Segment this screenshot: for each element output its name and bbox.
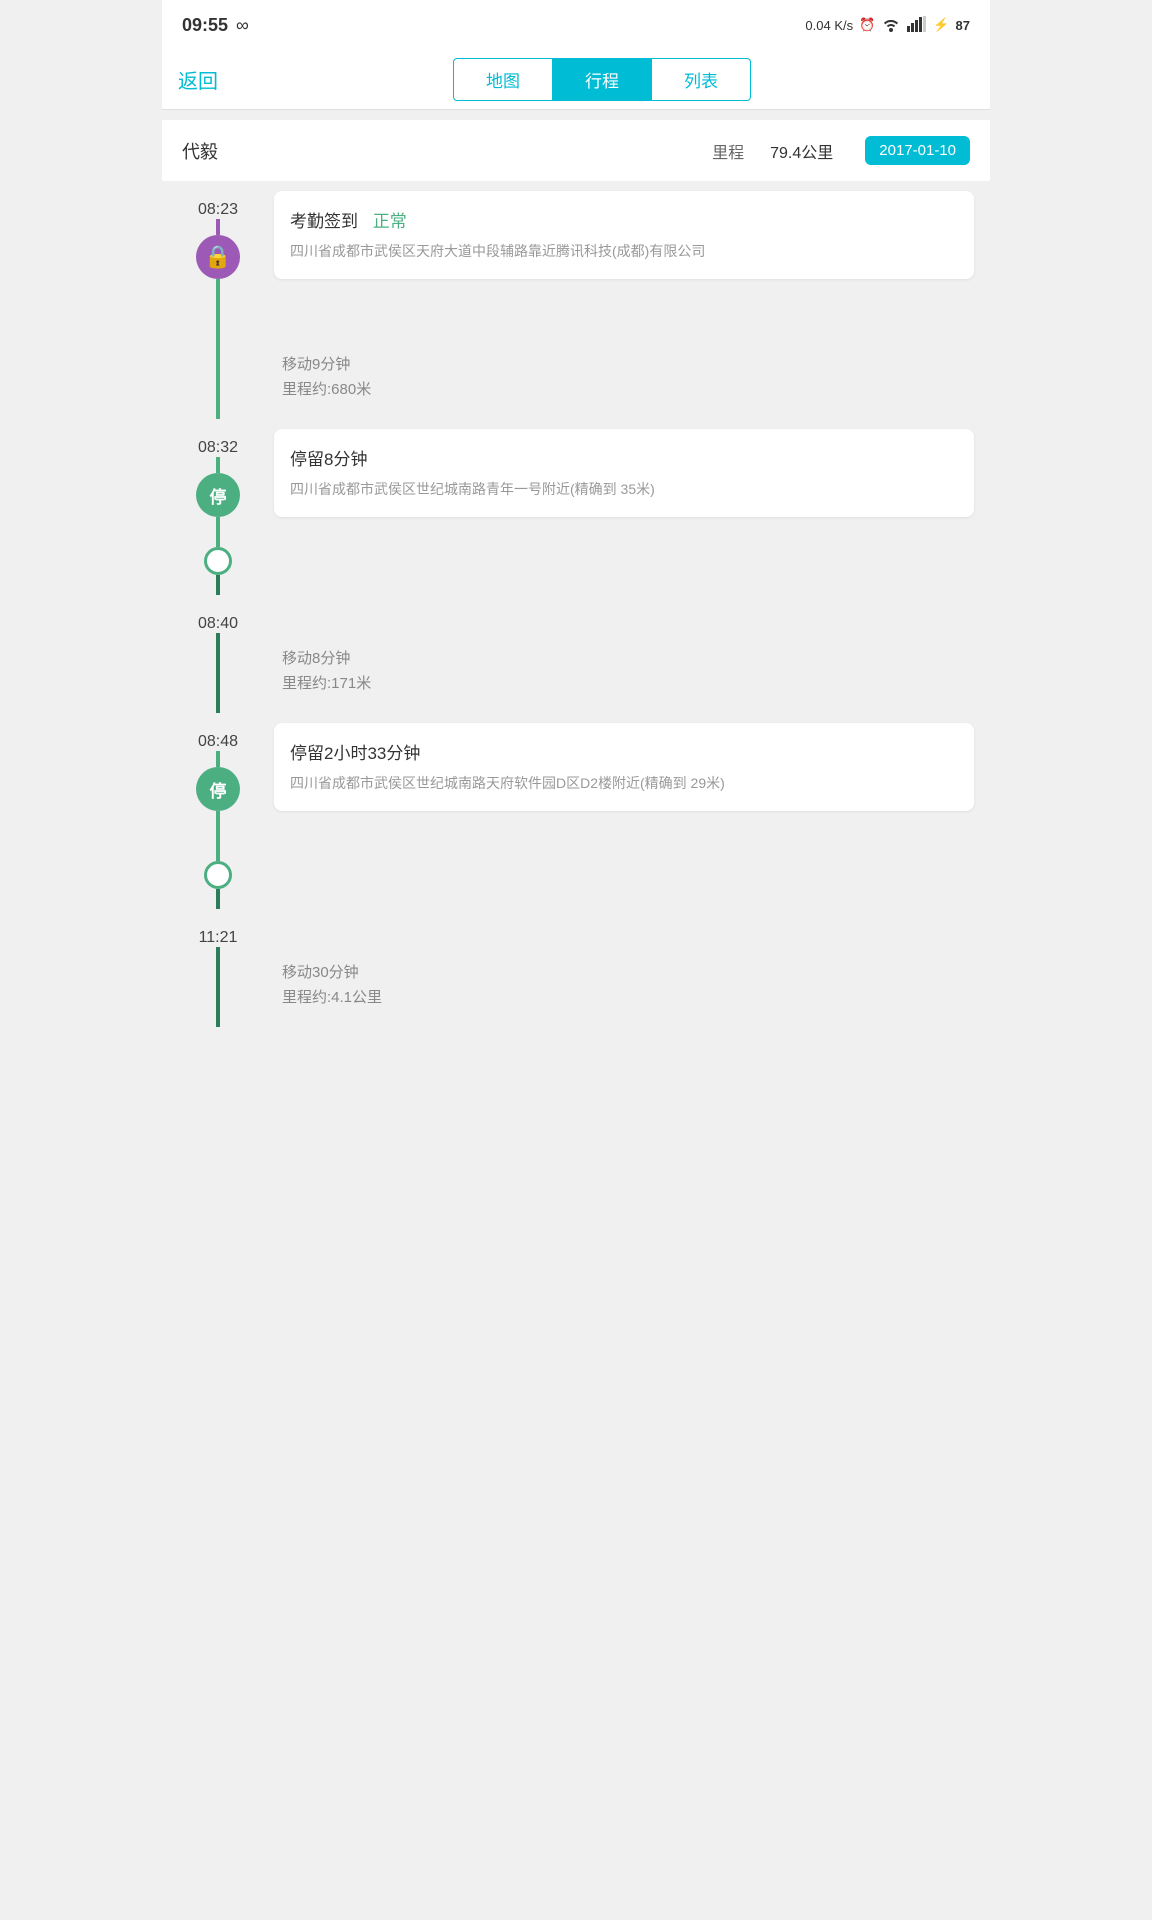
tab-trip[interactable]: 行程	[553, 58, 652, 101]
time-0832: 08:32	[178, 419, 258, 457]
event-card-content-1: 考勤签到 正常 四川省成都市武侯区天府大道中段辅路靠近腾讯科技(成都)有限公司	[274, 191, 974, 279]
date-badge: 2017-01-10	[865, 136, 970, 165]
tab-list[interactable]: 列表	[652, 58, 751, 101]
event-title-2: 停留8分钟	[290, 445, 958, 470]
event-address-3: 四川省成都市武侯区世纪城南路天府软件园D区D2楼附近(精确到 29米)	[290, 772, 958, 795]
timeline-left-move-1	[162, 339, 274, 419]
node-end-2	[204, 861, 232, 889]
timeline-event-1: 08:23 🔒 考勤签到 正常 四川省成都市武侯区天府大道中段辅路靠近腾讯科技(…	[162, 181, 990, 339]
move-detail-3: 移动30分钟 里程约:4.1公里	[274, 947, 974, 1021]
event-card-3: 停留2小时33分钟 四川省成都市武侯区世纪城南路天府软件园D区D2楼附近(精确到…	[274, 713, 990, 947]
timeline: 08:23 🔒 考勤签到 正常 四川省成都市武侯区天府大道中段辅路靠近腾讯科技(…	[162, 181, 990, 1087]
event-title-1: 考勤签到 正常	[290, 207, 958, 232]
info-bar: 代毅 里程 79.4公里 2017-01-10	[162, 120, 990, 181]
timeline-left-1: 08:23 🔒	[162, 181, 274, 339]
move-distance-1: 里程约:680米	[282, 378, 958, 399]
header-nav: 返回 地图 行程 列表	[162, 50, 990, 110]
node-stop-1: 停	[196, 473, 240, 517]
wifi-icon	[881, 16, 901, 35]
status-time: 09:55	[182, 15, 228, 36]
time-1121: 11:21	[178, 909, 258, 947]
speed-indicator: 0.04 K/s	[805, 18, 853, 33]
status-icons: 0.04 K/s ⏰ ⚡ 87	[805, 16, 970, 35]
timeline-event-2: 08:32 停 08:40 停留8分钟 四川省成都市武侯区世纪城南路青年一号附近…	[162, 419, 990, 633]
event-card-2: 停留8分钟 四川省成都市武侯区世纪城南路青年一号附近(精确到 35米)	[274, 419, 990, 633]
node-fingerprint: 🔒	[196, 235, 240, 279]
mileage-label: 里程	[712, 139, 744, 163]
move-content-2: 移动8分钟 里程约:171米	[274, 633, 990, 713]
signal-icon	[907, 16, 927, 35]
time-0823: 08:23	[178, 181, 258, 219]
lightning-icon: ⚡	[933, 17, 949, 33]
node-end-1	[204, 547, 232, 575]
move-duration-2: 移动8分钟	[282, 647, 958, 668]
clock-icon: ⏰	[859, 17, 875, 33]
timeline-left-2: 08:32 停 08:40	[162, 419, 274, 633]
back-button[interactable]: 返回	[178, 57, 230, 102]
tab-map[interactable]: 地图	[453, 58, 553, 101]
move-content-1: 移动9分钟 里程约:680米	[274, 339, 990, 419]
move-detail-2: 移动8分钟 里程约:171米	[274, 633, 974, 707]
event-card-1: 考勤签到 正常 四川省成都市武侯区天府大道中段辅路靠近腾讯科技(成都)有限公司	[274, 181, 990, 339]
time-0848: 08:48	[178, 713, 258, 751]
status-bar: 09:55 ∞ 0.04 K/s ⏰ ⚡ 87	[162, 0, 990, 50]
event-address-1: 四川省成都市武侯区天府大道中段辅路靠近腾讯科技(成都)有限公司	[290, 240, 958, 263]
node-stop-2: 停	[196, 767, 240, 811]
time-0840: 08:40	[178, 595, 258, 633]
battery-level: 87	[956, 18, 970, 33]
move-detail-1: 移动9分钟 里程约:680米	[274, 339, 974, 413]
event-address-2: 四川省成都市武侯区世纪城南路青年一号附近(精确到 35米)	[290, 478, 958, 501]
move-distance-3: 里程约:4.1公里	[282, 986, 958, 1007]
timeline-event-3: 08:48 停 11:21 停留2小时33分钟 四川省成都市武侯区世纪城南路天府…	[162, 713, 990, 947]
timeline-left-move-3	[162, 947, 274, 1027]
event-title-3: 停留2小时33分钟	[290, 739, 958, 764]
timeline-move-2: 移动8分钟 里程约:171米	[162, 633, 990, 713]
move-duration-3: 移动30分钟	[282, 961, 958, 982]
infinity-icon: ∞	[236, 15, 249, 36]
move-distance-2: 里程约:171米	[282, 672, 958, 693]
move-content-3: 移动30分钟 里程约:4.1公里	[274, 947, 990, 1027]
move-duration-1: 移动9分钟	[282, 353, 958, 374]
event-card-content-2: 停留8分钟 四川省成都市武侯区世纪城南路青年一号附近(精确到 35米)	[274, 429, 974, 517]
timeline-left-3: 08:48 停 11:21	[162, 713, 274, 947]
timeline-left-move-2	[162, 633, 274, 713]
event-card-content-3: 停留2小时33分钟 四川省成都市武侯区世纪城南路天府软件园D区D2楼附近(精确到…	[274, 723, 974, 811]
event-status-1: 正常	[373, 212, 407, 231]
timeline-move-1: 移动9分钟 里程约:680米	[162, 339, 990, 419]
mileage-value: 79.4公里	[770, 139, 833, 163]
timeline-move-3: 移动30分钟 里程约:4.1公里	[162, 947, 990, 1027]
person-name: 代毅	[182, 138, 218, 164]
tab-bar: 地图 行程 列表	[230, 58, 974, 101]
